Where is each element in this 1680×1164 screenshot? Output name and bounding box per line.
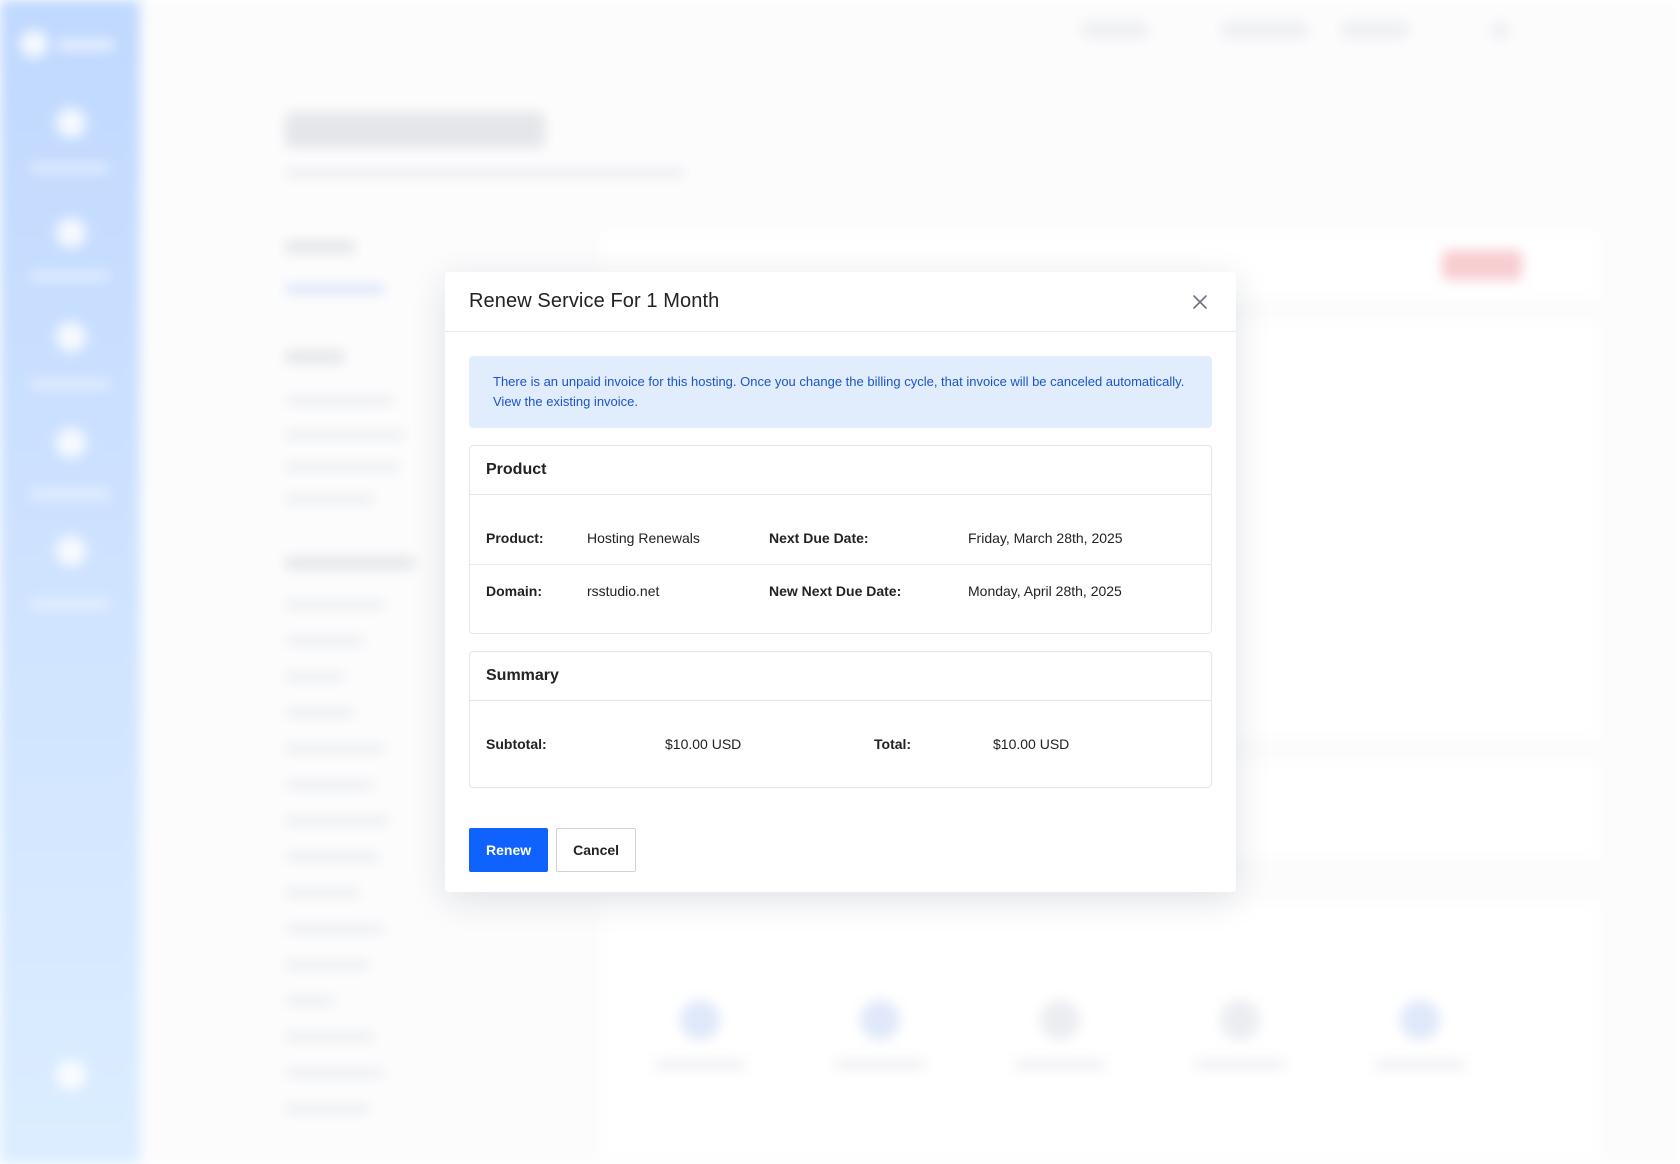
- modal-header: Renew Service For 1 Month: [445, 272, 1236, 332]
- summary-panel-heading: Summary: [470, 652, 1211, 701]
- modal-actions: Renew Cancel: [469, 828, 1212, 872]
- product-label: Product:: [486, 529, 544, 546]
- domain-label: Domain:: [486, 583, 542, 599]
- next-due-date-label: Next Due Date:: [769, 529, 869, 546]
- product-row: Product: Hosting Renewals Next Due Date:…: [470, 495, 1211, 564]
- subtotal-label: Subtotal:: [486, 736, 547, 752]
- new-next-due-date-value: Monday, April 28th, 2025: [968, 583, 1122, 599]
- product-panel-heading: Product: [470, 446, 1211, 495]
- summary-panel: Summary Subtotal: $10.00 USD Total: $10.…: [469, 651, 1212, 788]
- close-icon: [1193, 294, 1207, 309]
- modal-body: There is an unpaid invoice for this host…: [445, 332, 1236, 872]
- modal-title: Renew Service For 1 Month: [469, 290, 720, 312]
- renew-button[interactable]: Renew: [469, 828, 549, 872]
- close-button[interactable]: [1188, 290, 1212, 314]
- unpaid-invoice-alert: There is an unpaid invoice for this host…: [469, 356, 1212, 428]
- cancel-button[interactable]: Cancel: [556, 828, 637, 872]
- renew-service-modal: Renew Service For 1 Month There is an un…: [445, 272, 1236, 892]
- next-due-date-value: Friday, March 28th, 2025: [968, 529, 1123, 546]
- total-label: Total:: [874, 736, 912, 752]
- summary-row: Subtotal: $10.00 USD Total: $10.00 USD: [470, 701, 1211, 787]
- new-next-due-date-label: New Next Due Date:: [769, 583, 902, 599]
- product-panel: Product Product: Hosting Renewals Next D…: [469, 445, 1212, 634]
- subtotal-value: $10.00 USD: [665, 736, 742, 752]
- domain-row: Domain: rsstudio.net New Next Due Date: …: [470, 564, 1211, 633]
- product-panel-body: Product: Hosting Renewals Next Due Date:…: [470, 495, 1211, 633]
- total-value: $10.00 USD: [993, 736, 1070, 752]
- alert-message: There is an unpaid invoice for this host…: [493, 374, 1185, 389]
- view-invoice-link[interactable]: View the existing invoice.: [493, 392, 1188, 412]
- product-value: Hosting Renewals: [587, 529, 700, 546]
- domain-value: rsstudio.net: [587, 583, 660, 599]
